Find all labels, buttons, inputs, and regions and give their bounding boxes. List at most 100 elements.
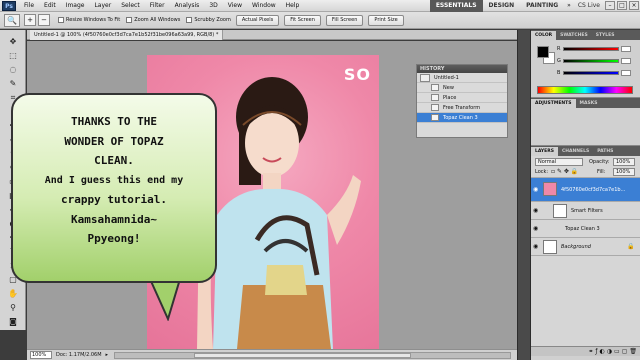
speech-bubble-tail bbox=[150, 279, 182, 321]
menu-view[interactable]: View bbox=[223, 2, 247, 9]
red-value-field[interactable] bbox=[621, 46, 631, 52]
tab-swatches[interactable]: SWATCHES bbox=[556, 31, 592, 40]
tab-layers[interactable]: LAYERS bbox=[531, 147, 558, 156]
history-state-new[interactable]: New bbox=[417, 83, 507, 93]
menu-help[interactable]: Help bbox=[281, 2, 305, 9]
new-group-icon[interactable]: ▭ bbox=[614, 348, 620, 355]
tab-adjustments[interactable]: ADJUSTMENTS bbox=[531, 99, 576, 108]
menu-layer[interactable]: Layer bbox=[89, 2, 116, 9]
adjustment-layer-icon[interactable]: ◑ bbox=[607, 348, 612, 355]
layer-row-background[interactable]: ◉ Background 🔒 bbox=[531, 238, 640, 256]
quick-select-tool-icon[interactable]: ✎ bbox=[3, 78, 23, 90]
layers-panel: Normal Opacity: 100% Lock: ▫ ✎ ✥ 🔒 Fill:… bbox=[531, 156, 640, 356]
menu-select[interactable]: Select bbox=[116, 2, 145, 9]
fill-field[interactable]: 100% bbox=[613, 168, 635, 176]
bubble-line: crappy tutorial. bbox=[61, 193, 167, 206]
foreground-color-swatch[interactable] bbox=[537, 46, 549, 58]
layer-row-smart-object[interactable]: ◉ 4f50760e0cf3d7ca7e1b... bbox=[531, 178, 640, 202]
marquee-tool-icon[interactable]: ⬚ bbox=[3, 50, 23, 62]
link-layers-icon[interactable]: ⚭ bbox=[588, 348, 593, 355]
menu-image[interactable]: Image bbox=[61, 2, 90, 9]
document-size: Doc: 1.17M/2.06M bbox=[56, 352, 102, 358]
adjustments-panel bbox=[531, 108, 640, 146]
history-state-free-transform[interactable]: Free Transform bbox=[417, 103, 507, 113]
red-slider-track[interactable] bbox=[563, 47, 619, 51]
right-panel-dock: COLOR SWATCHES STYLES R G B ADJUSTMENTS … bbox=[530, 30, 640, 360]
workspace-essentials[interactable]: ESSENTIALS bbox=[429, 0, 483, 12]
horizontal-scrollbar[interactable] bbox=[114, 351, 511, 359]
lock-icons[interactable]: ▫ ✎ ✥ 🔒 bbox=[551, 168, 578, 175]
print-size-button[interactable]: Print Size bbox=[368, 14, 404, 26]
zoom-out-icon[interactable]: − bbox=[38, 14, 50, 26]
menu-3d[interactable]: 3D bbox=[204, 2, 222, 9]
tab-channels[interactable]: CHANNELS bbox=[558, 147, 593, 156]
green-slider[interactable]: G bbox=[557, 57, 631, 65]
eye-icon[interactable]: ◉ bbox=[533, 225, 541, 232]
minimize-icon[interactable]: – bbox=[605, 1, 615, 10]
lasso-tool-icon[interactable]: ◌ bbox=[3, 64, 23, 76]
checkbox-box bbox=[58, 17, 64, 23]
eye-icon[interactable]: ◉ bbox=[533, 243, 541, 250]
history-panel-title: HISTORY bbox=[417, 65, 507, 73]
layer-row-smart-filters[interactable]: ◉ Smart Filters bbox=[531, 202, 640, 220]
zoom-tool-preset-icon[interactable]: 🔍 bbox=[4, 13, 20, 27]
tab-styles[interactable]: STYLES bbox=[592, 31, 619, 40]
menu-filter[interactable]: Filter bbox=[145, 2, 170, 9]
collapsed-panel-strip[interactable] bbox=[517, 30, 530, 360]
color-spectrum-bar[interactable] bbox=[537, 86, 633, 94]
blend-mode-select[interactable]: Normal bbox=[535, 158, 583, 166]
speech-bubble: THANKS TO THE WONDER OF TOPAZ CLEAN. And… bbox=[11, 93, 217, 283]
tab-masks[interactable]: MASKS bbox=[576, 99, 602, 108]
workspace-painting[interactable]: PAINTING bbox=[520, 0, 564, 12]
eye-icon[interactable]: ◉ bbox=[533, 207, 541, 214]
zoom-level-field[interactable]: 100% bbox=[30, 351, 52, 359]
actual-pixels-button[interactable]: Actual Pixels bbox=[235, 14, 280, 26]
history-state-icon bbox=[431, 84, 439, 91]
green-value-field[interactable] bbox=[621, 58, 631, 64]
fill-screen-button[interactable]: Fill Screen bbox=[325, 14, 364, 26]
menu-analysis[interactable]: Analysis bbox=[170, 2, 205, 9]
menu-window[interactable]: Window bbox=[247, 2, 281, 9]
status-menu-arrow-icon[interactable]: ▸ bbox=[106, 352, 109, 358]
eye-icon[interactable]: ◉ bbox=[533, 186, 541, 193]
blue-value-field[interactable] bbox=[621, 70, 631, 76]
move-tool-icon[interactable]: ✥ bbox=[3, 36, 23, 48]
new-layer-icon[interactable]: ▢ bbox=[622, 348, 628, 355]
zoom-in-icon[interactable]: + bbox=[24, 14, 36, 26]
bubble-line: And I guess this end my bbox=[44, 174, 184, 186]
bubble-line: THANKS TO THE bbox=[70, 115, 158, 128]
blue-slider-track[interactable] bbox=[563, 71, 619, 75]
maximize-icon[interactable]: □ bbox=[617, 1, 627, 10]
workspace-switcher: ESSENTIALS DESIGN PAINTING » CS Live – □… bbox=[429, 0, 640, 12]
close-icon[interactable]: × bbox=[629, 1, 639, 10]
history-snapshot[interactable]: Untitled-1 bbox=[417, 73, 507, 83]
history-state-topaz-clean[interactable]: Topaz Clean 3 bbox=[417, 113, 507, 123]
tab-color[interactable]: COLOR bbox=[531, 31, 557, 40]
workspace-design[interactable]: DESIGN bbox=[483, 0, 521, 12]
fx-icon[interactable]: ƒ bbox=[595, 348, 597, 355]
quick-mask-icon[interactable]: ◙ bbox=[3, 316, 23, 328]
add-mask-icon[interactable]: ◐ bbox=[600, 348, 605, 355]
layer-row-filter[interactable]: ◉ Topaz Clean 3 bbox=[531, 220, 640, 238]
resize-windows-checkbox[interactable]: Resize Windows To Fit bbox=[58, 17, 120, 23]
history-state-place[interactable]: Place bbox=[417, 93, 507, 103]
menu-edit[interactable]: Edit bbox=[39, 2, 61, 9]
red-slider[interactable]: R bbox=[557, 45, 631, 53]
fit-screen-button[interactable]: Fit Screen bbox=[284, 14, 321, 26]
hand-tool-icon[interactable]: ✋ bbox=[3, 288, 23, 300]
scrollbar-thumb[interactable] bbox=[194, 352, 412, 358]
color-panel-tabs: COLOR SWATCHES STYLES bbox=[531, 30, 640, 40]
scrubby-zoom-label: Scrubby Zoom bbox=[194, 17, 231, 23]
opacity-field[interactable]: 100% bbox=[613, 158, 635, 166]
blue-slider[interactable]: B bbox=[557, 69, 631, 77]
zoom-all-checkbox[interactable]: Zoom All Windows bbox=[126, 17, 180, 23]
green-slider-track[interactable] bbox=[563, 59, 619, 63]
document-tab[interactable]: Untitled-1 @ 100% (4f50760e0cf3d7ca7e1b5… bbox=[30, 30, 224, 40]
scrubby-zoom-checkbox[interactable]: Scrubby Zoom bbox=[186, 17, 231, 23]
menu-file[interactable]: File bbox=[19, 2, 39, 9]
workspace-more-icon[interactable]: » bbox=[564, 2, 574, 9]
cs-live-button[interactable]: CS Live bbox=[574, 2, 604, 9]
zoom-tool-icon[interactable]: ⚲ bbox=[3, 302, 23, 314]
tab-paths[interactable]: PATHS bbox=[593, 147, 617, 156]
trash-icon[interactable]: 🗑 bbox=[629, 348, 637, 355]
